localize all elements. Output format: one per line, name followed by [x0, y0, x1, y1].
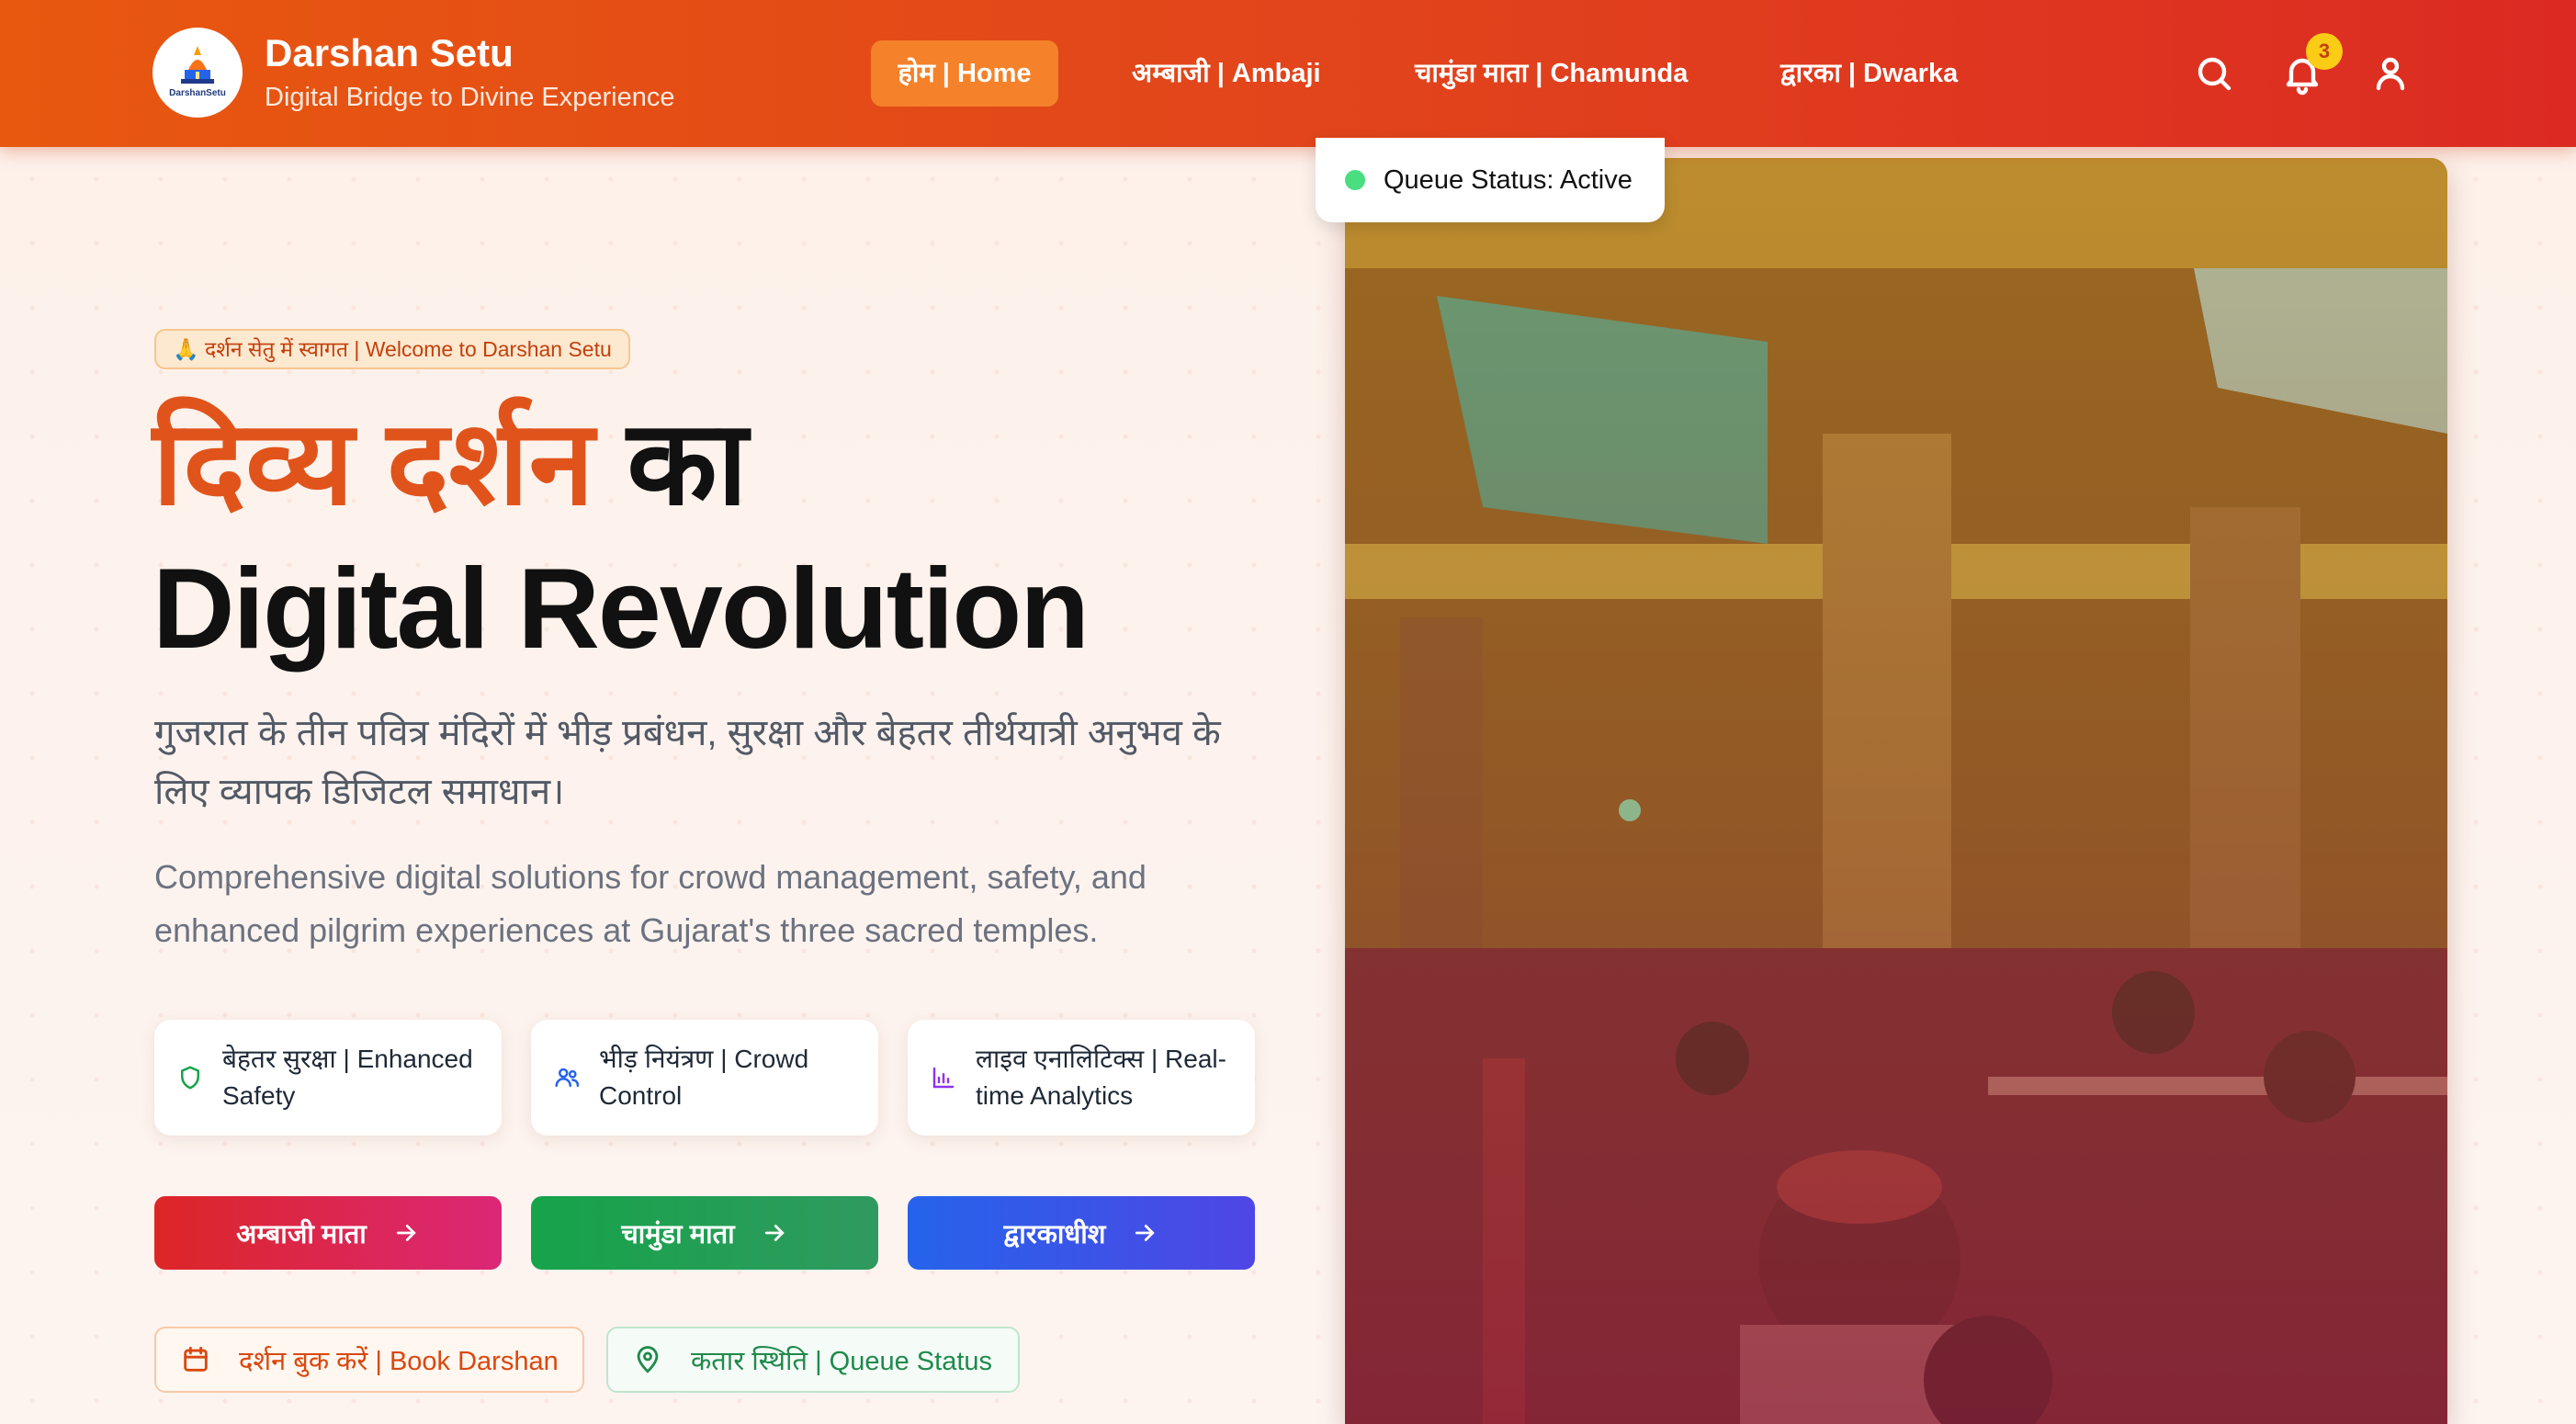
button-label: द्वारकाधीश — [1003, 1219, 1106, 1249]
feature-card-safety: बेहतर सुरक्षा | Enhanced Safety — [154, 1020, 502, 1136]
logo-text: DarshanSetu — [169, 87, 226, 98]
arrow-right-icon — [396, 1225, 416, 1241]
hero-description-english: Comprehensive digital solutions for crow… — [154, 858, 1147, 949]
nav-ambaji[interactable]: अम्बाजी | Ambaji — [1132, 40, 1321, 107]
button-label: कतार स्थिति | Queue Status — [691, 1346, 993, 1376]
arrow-right-icon — [1135, 1225, 1156, 1241]
user-icon[interactable] — [2368, 51, 2412, 96]
ambaji-temple-button[interactable]: अम्बाजी माता — [154, 1196, 502, 1270]
arrow-right-icon — [764, 1225, 785, 1241]
chamunda-temple-button[interactable]: चामुंडा माता — [531, 1196, 878, 1270]
nav-dwarka[interactable]: द्वारका | Dwarka — [1780, 40, 1958, 107]
temple-crowd-photo — [1345, 158, 2447, 1424]
hero-title-rest: का — [593, 398, 748, 529]
top-navbar: DarshanSetu Darshan Setu Digital Bridge … — [0, 0, 2576, 147]
hero-title-accent: दिव्य दर्शन — [153, 398, 594, 529]
queue-status-indicator: Queue Status: Active — [1316, 138, 1665, 222]
feature-label: लाइव एनालिटिक्स | Real-time Analytics — [976, 1045, 1226, 1110]
nav-chamunda[interactable]: चामुंडा माता | Chamunda — [1415, 40, 1688, 107]
hero-description-hindi: गुजरात के तीन पवित्र मंदिरों में भीड़ प्… — [154, 713, 1221, 812]
welcome-badge: 🙏 दर्शन सेतु में स्वागत | Welcome to Dar… — [154, 329, 630, 369]
queue-status-label: Queue Status: Active — [1384, 164, 1633, 195]
temple-logo-icon — [181, 45, 214, 84]
status-dot — [1345, 170, 1365, 190]
nav-home[interactable]: होम | Home — [871, 40, 1058, 107]
button-label: अम्बाजी माता — [236, 1219, 367, 1249]
search-icon[interactable] — [2192, 51, 2236, 96]
map-pin-icon — [637, 1346, 659, 1373]
users-icon — [555, 1068, 580, 1087]
shield-icon — [181, 1066, 199, 1090]
feature-label: बेहतर सुरक्षा | Enhanced Safety — [222, 1045, 473, 1110]
hero-title-line1: दिव्य दर्शन का — [153, 395, 748, 533]
button-label: चामुंडा माता — [621, 1219, 735, 1249]
feature-card-analytics: लाइव एनालिटिक्स | Real-time Analytics — [908, 1020, 1255, 1136]
hero-title-line2: Digital Revolution — [153, 546, 1090, 672]
book-darshan-button[interactable]: दर्शन बुक करें | Book Darshan — [154, 1327, 584, 1393]
brand-subtitle: Digital Bridge to Divine Experience — [265, 83, 675, 112]
calendar-icon — [184, 1346, 208, 1372]
temple-interior-illustration — [1345, 158, 2447, 1424]
bar-chart-icon — [932, 1067, 955, 1089]
button-label: दर्शन बुक करें | Book Darshan — [239, 1346, 559, 1376]
brand-logo[interactable]: DarshanSetu — [153, 28, 243, 118]
queue-status-button[interactable]: कतार स्थिति | Queue Status — [606, 1327, 1020, 1393]
feature-label: भीड़ नियंत्रण | Crowd Control — [599, 1045, 809, 1110]
brand-title: Darshan Setu — [265, 31, 514, 74]
dwarka-temple-button[interactable]: द्वारकाधीश — [908, 1196, 1255, 1270]
feature-card-crowd: भीड़ नियंत्रण | Crowd Control — [531, 1020, 878, 1136]
notification-badge: 3 — [2306, 33, 2343, 70]
